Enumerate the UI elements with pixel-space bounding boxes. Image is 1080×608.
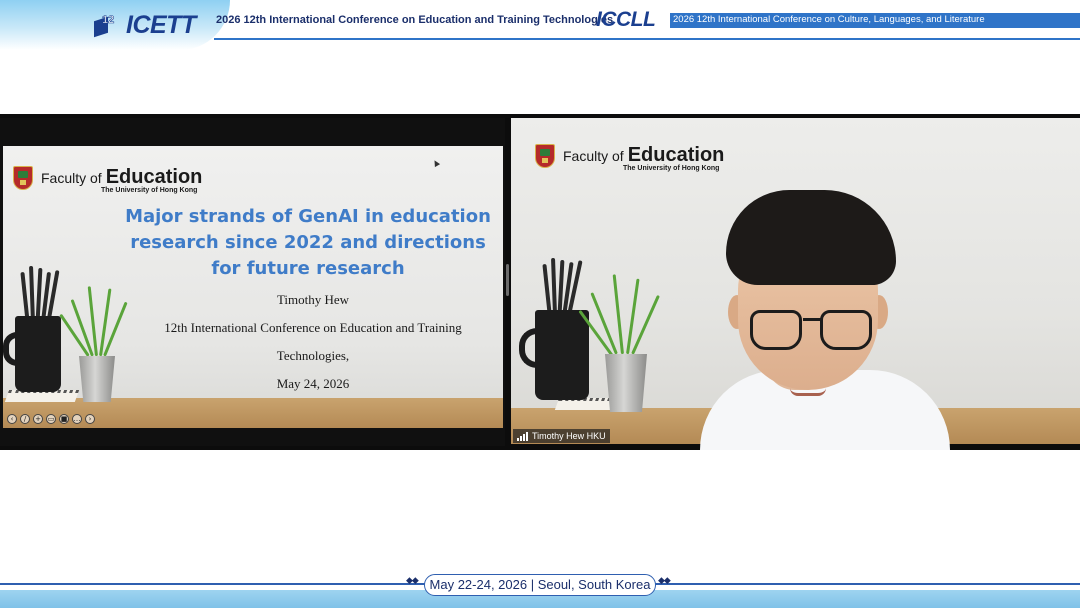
- slide-title: Major strands of GenAI in education rese…: [125, 206, 491, 279]
- iccll-conference-title: 2026 12th International Conference on Cu…: [673, 14, 985, 25]
- mug-image: [15, 316, 61, 392]
- conference-footer: ◆◆ May 22-24, 2026 | Seoul, South Korea …: [0, 566, 1080, 608]
- pencil-image: [551, 257, 557, 315]
- mug-image: [535, 310, 589, 400]
- iccll-logo: ICCLL: [596, 8, 656, 31]
- event-date-location: May 22-24, 2026 | Seoul, South Korea: [424, 574, 656, 596]
- plant-pot-image: [605, 354, 647, 412]
- video-icon[interactable]: ■: [59, 414, 69, 424]
- speaker-mouth: [790, 388, 826, 396]
- icett-logo: 12 ICETT: [92, 10, 196, 40]
- slide-conference-line-1: 12th International Conference on Educati…: [164, 320, 462, 335]
- university-crest-icon: [13, 166, 33, 190]
- faculty-prefix: Faculty of: [563, 148, 624, 164]
- pencil-image: [20, 271, 30, 323]
- university-name: The University of Hong Kong: [623, 165, 720, 172]
- icett-conference-title: 2026 12th International Conference on Ed…: [216, 14, 614, 26]
- screen-share-tile[interactable]: Faculty of Education The University of H…: [0, 118, 505, 446]
- icett-logo-text: ICETT: [126, 10, 196, 39]
- book-icon: 12: [92, 11, 126, 39]
- mug-handle-image: [3, 332, 17, 366]
- captions-icon[interactable]: ▭: [46, 414, 56, 424]
- slide-conference-line-2: Technologies,: [276, 348, 350, 363]
- faculty-name: Education: [105, 166, 203, 188]
- university-name: The University of Hong Kong: [101, 187, 198, 194]
- participant-name-tag: Timothy Hew HKU: [513, 429, 610, 443]
- left-diamond-ornament: ◆◆: [406, 576, 419, 586]
- faculty-prefix: Faculty of: [41, 170, 102, 186]
- prev-slide-icon[interactable]: ‹: [7, 414, 17, 424]
- university-crest-icon: [535, 144, 555, 168]
- pencil-image: [29, 265, 35, 323]
- slide-controls: ‹ / + ▭ ■ … ›: [7, 414, 95, 424]
- faculty-logo-backdrop: Faculty of Education The University of H…: [535, 144, 724, 172]
- banner-divider: [214, 38, 1080, 40]
- participant-name: Timothy Hew HKU: [532, 431, 606, 441]
- slide-author: Timothy Hew: [276, 292, 350, 307]
- plant-pot-image: [79, 356, 115, 402]
- mug-handle-image: [519, 328, 537, 368]
- speaker-person: [690, 190, 950, 450]
- zoom-icon[interactable]: +: [33, 414, 43, 424]
- glasses-bridge-icon: [803, 318, 821, 321]
- tile-resize-handle[interactable]: [506, 264, 509, 296]
- speaker-hair: [726, 190, 896, 285]
- menu-icon[interactable]: …: [72, 414, 82, 424]
- next-slide-icon[interactable]: ›: [85, 414, 95, 424]
- right-diamond-ornament: ◆◆: [658, 576, 671, 586]
- plant-leaf-image: [612, 274, 624, 355]
- faculty-logo: Faculty of Education The University of H…: [13, 166, 202, 194]
- signal-bars-icon: [517, 431, 528, 441]
- pen-icon[interactable]: /: [20, 414, 30, 424]
- presentation-slide: Faculty of Education The University of H…: [3, 146, 503, 428]
- glasses-right-lens-icon: [820, 310, 872, 350]
- slide-date: May 24, 2026: [276, 376, 350, 391]
- faculty-name: Education: [627, 144, 725, 166]
- icett-logo-number: 12: [102, 14, 115, 27]
- conference-banner: 12 ICETT 2026 12th International Confere…: [0, 0, 1080, 50]
- pencil-image: [542, 263, 552, 315]
- iccll-title-bar: 2026 12th International Conference on Cu…: [670, 13, 1080, 28]
- glasses-left-lens-icon: [750, 310, 802, 350]
